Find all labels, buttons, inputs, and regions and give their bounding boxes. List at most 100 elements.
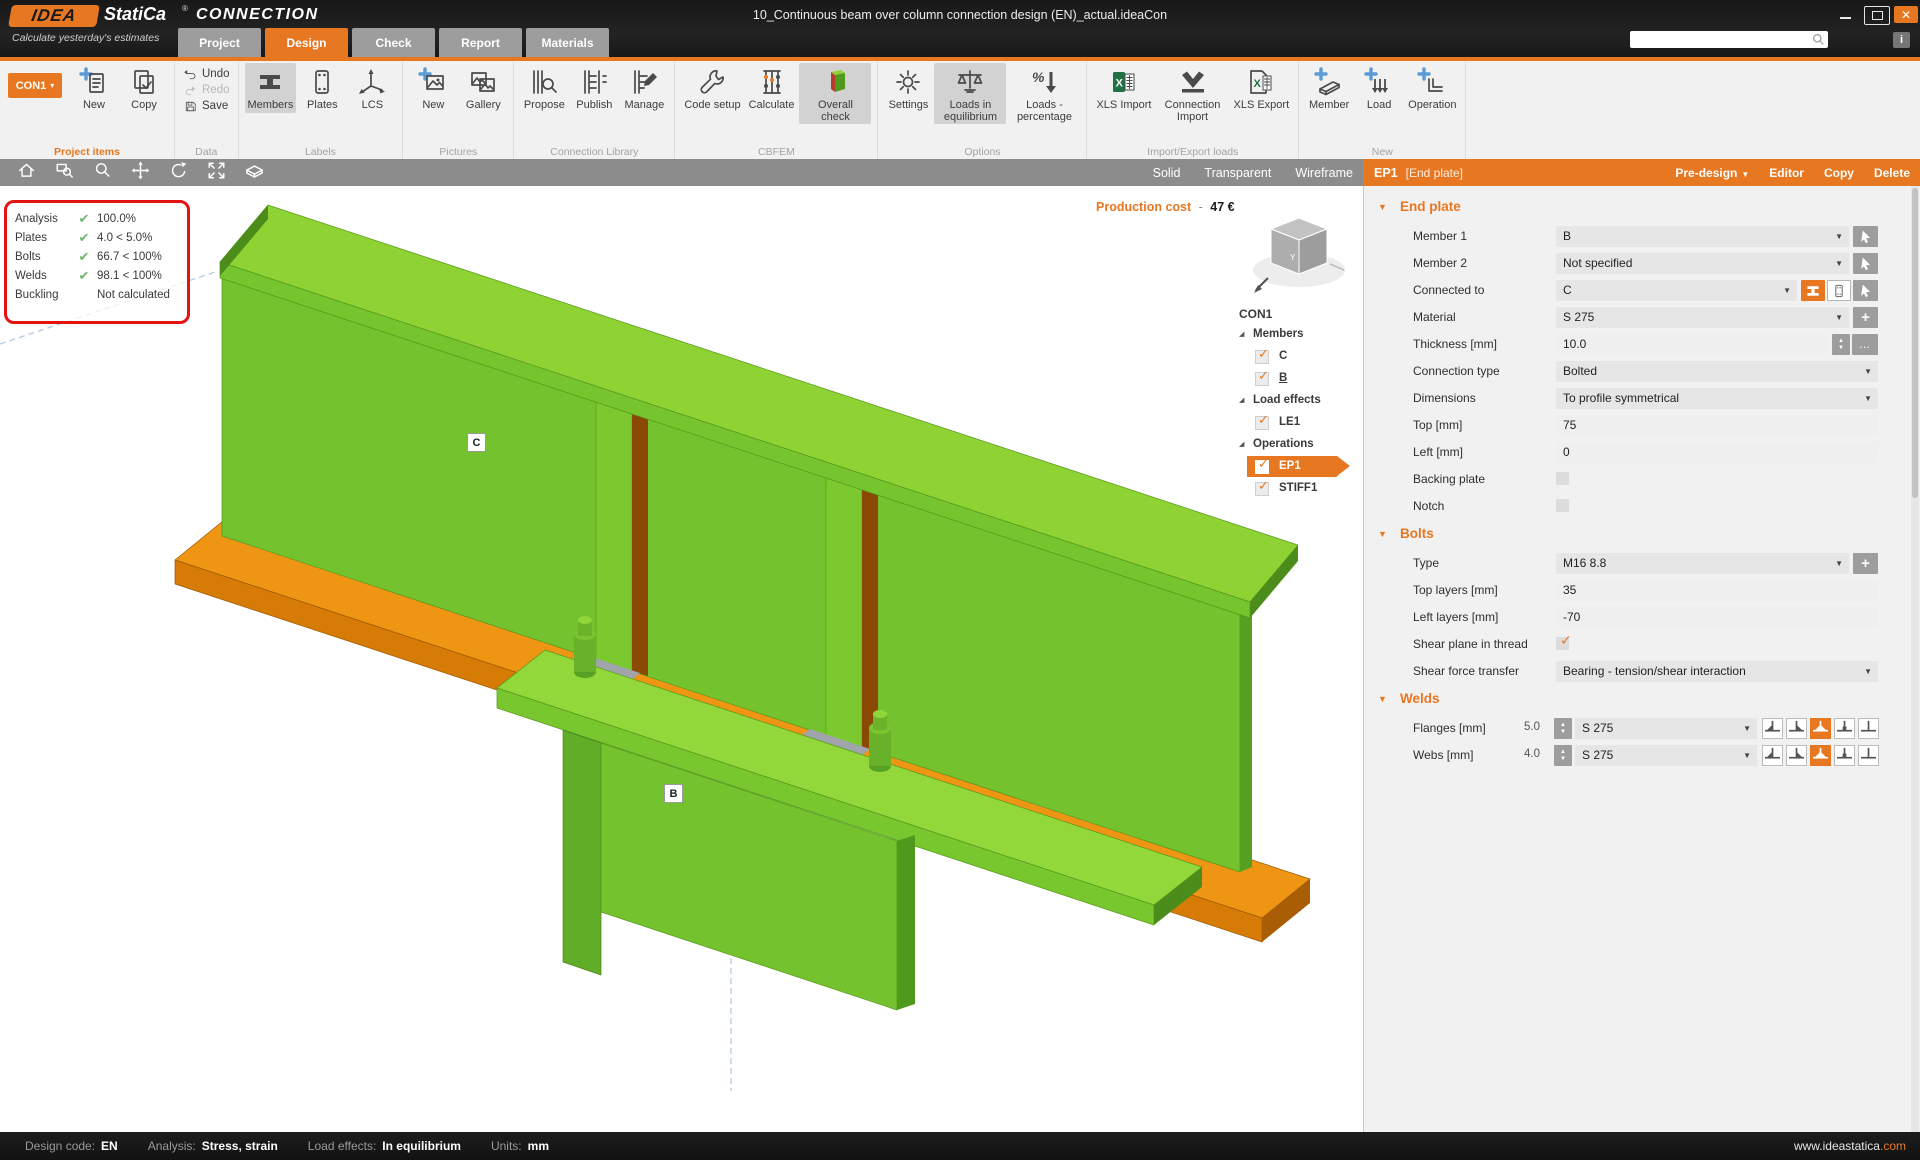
- overall-check-button[interactable]: Overall check: [799, 63, 871, 124]
- cursor-button[interactable]: [1853, 253, 1878, 274]
- material-dropdown[interactable]: S 275▼: [1556, 307, 1849, 328]
- connection-import-button[interactable]: Connection Import: [1157, 63, 1229, 124]
- connected-to-dropdown[interactable]: C▼: [1556, 280, 1797, 301]
- tree-item-b[interactable]: ✓B: [1237, 369, 1363, 389]
- weld-type-2-icon[interactable]: [1810, 718, 1831, 739]
- more-button[interactable]: …: [1852, 334, 1878, 355]
- clip-view-icon[interactable]: [244, 160, 265, 186]
- save-button[interactable]: Save: [181, 99, 230, 114]
- lcs-button[interactable]: LCS: [348, 63, 396, 113]
- collapse-arrow-icon[interactable]: ◢: [1239, 440, 1244, 448]
- left-mm-input[interactable]: 0: [1556, 442, 1878, 463]
- tree-item-c[interactable]: ✓C: [1237, 347, 1363, 367]
- rotate-icon[interactable]: [168, 160, 189, 186]
- code-setup-button[interactable]: Code setup: [681, 63, 743, 113]
- stepper-button[interactable]: ▲▼: [1832, 334, 1850, 355]
- loads-in-equilibrium-button[interactable]: Loads in equilibrium: [934, 63, 1006, 124]
- section-header-end-plate[interactable]: ▼End plate: [1364, 198, 1920, 220]
- zoom-window-icon[interactable]: [54, 160, 75, 186]
- thickness-mm-input[interactable]: 10.0: [1556, 334, 1828, 355]
- member-label-b[interactable]: B: [664, 784, 683, 803]
- stepper-button[interactable]: ▲▼: [1554, 718, 1572, 739]
- fit-view-icon[interactable]: [206, 160, 227, 186]
- propose-button[interactable]: Propose: [520, 63, 568, 113]
- view-cube[interactable]: Y: [1246, 206, 1352, 302]
- connection-type-dropdown[interactable]: Bolted▼: [1556, 361, 1878, 382]
- new-button[interactable]: New: [70, 63, 118, 113]
- section-header-welds[interactable]: ▼Welds: [1364, 690, 1920, 712]
- flanges-mm-material-dropdown[interactable]: S 275▼: [1575, 718, 1757, 739]
- weld-type-1-icon[interactable]: [1786, 718, 1807, 739]
- xls-import-button[interactable]: XXLS Import: [1093, 63, 1154, 113]
- tab-project[interactable]: Project: [178, 28, 261, 57]
- section-collapse-icon[interactable]: ▼: [1378, 694, 1387, 704]
- top-layers-mm-input[interactable]: 35: [1556, 580, 1878, 601]
- copy-button[interactable]: Copy: [120, 63, 168, 113]
- stepper-button[interactable]: ▲▼: [1554, 745, 1572, 766]
- plate-toggle-button[interactable]: [1827, 280, 1851, 301]
- tree-group-members[interactable]: ◢Members: [1237, 325, 1363, 345]
- panel-scrollbar[interactable]: [1911, 186, 1919, 1132]
- gallery-button[interactable]: Gallery: [459, 63, 507, 113]
- load-button[interactable]: Load: [1355, 63, 1403, 113]
- connection-selector-button[interactable]: CON1▾: [8, 73, 62, 98]
- xls-export-button[interactable]: XXLS Export: [1231, 63, 1293, 113]
- website-link[interactable]: www.ideastatica.com: [1794, 1139, 1906, 1153]
- home-icon[interactable]: [16, 160, 37, 186]
- member-1-dropdown[interactable]: B▼: [1556, 226, 1849, 247]
- manage-button[interactable]: Manage: [620, 63, 668, 113]
- settings-button[interactable]: Settings: [884, 63, 932, 113]
- member-label-c[interactable]: C: [467, 433, 486, 452]
- tree-item-ep1[interactable]: ✓EP1: [1237, 457, 1363, 477]
- weld-type-4-icon[interactable]: [1858, 745, 1879, 766]
- model-viewport[interactable]: C B Analysis✔100.0%Plates✔4.0 < 5.0%Bolt…: [0, 186, 1363, 1132]
- maximize-button[interactable]: [1864, 6, 1890, 25]
- left-layers-mm-input[interactable]: -70: [1556, 607, 1878, 628]
- member-button[interactable]: Member: [1305, 63, 1353, 113]
- beam-toggle-button[interactable]: [1801, 280, 1825, 301]
- weld-type-0-icon[interactable]: [1762, 718, 1783, 739]
- calculate-button[interactable]: Calculate: [746, 63, 798, 113]
- shear-force-transfer-dropdown[interactable]: Bearing - tension/shear interaction▼: [1556, 661, 1878, 682]
- scrollbar-thumb[interactable]: [1912, 188, 1918, 498]
- weld-type-2-icon[interactable]: [1810, 745, 1831, 766]
- cursor-button[interactable]: [1853, 226, 1878, 247]
- tree-root[interactable]: CON1: [1237, 304, 1363, 324]
- plus-button[interactable]: +: [1853, 553, 1878, 574]
- cursor-button[interactable]: [1853, 280, 1878, 301]
- zoom-icon[interactable]: [92, 160, 113, 186]
- tree-item-stiff1[interactable]: ✓STIFF1: [1237, 479, 1363, 499]
- editor-action[interactable]: Editor: [1769, 166, 1804, 180]
- loads-percentage-button[interactable]: %Loads - percentage: [1008, 63, 1080, 124]
- tab-check[interactable]: Check: [352, 28, 435, 57]
- collapse-arrow-icon[interactable]: ◢: [1239, 330, 1244, 338]
- plates-button[interactable]: Plates: [298, 63, 346, 113]
- member-2-dropdown[interactable]: Not specified▼: [1556, 253, 1849, 274]
- section-header-bolts[interactable]: ▼Bolts: [1364, 525, 1920, 547]
- weld-type-1-icon[interactable]: [1786, 745, 1807, 766]
- top-mm-input[interactable]: 75: [1556, 415, 1878, 436]
- operation-button[interactable]: Operation: [1405, 63, 1459, 113]
- search-box[interactable]: [1630, 31, 1828, 48]
- notch-checkbox[interactable]: [1556, 499, 1569, 512]
- search-input[interactable]: [1634, 32, 1808, 48]
- section-collapse-icon[interactable]: ▼: [1378, 202, 1387, 212]
- display-mode-transparent[interactable]: Transparent: [1204, 166, 1271, 180]
- weld-type-3-icon[interactable]: [1834, 718, 1855, 739]
- type-dropdown[interactable]: M16 8.8▼: [1556, 553, 1849, 574]
- close-button[interactable]: ✕: [1894, 6, 1918, 23]
- display-mode-wireframe[interactable]: Wireframe: [1295, 166, 1353, 180]
- tab-report[interactable]: Report: [439, 28, 522, 57]
- weld-type-4-icon[interactable]: [1858, 718, 1879, 739]
- new-button[interactable]: New: [409, 63, 457, 113]
- tree-group-load-effects[interactable]: ◢Load effects: [1237, 391, 1363, 411]
- tree-item-le1[interactable]: ✓LE1: [1237, 413, 1363, 433]
- weld-type-0-icon[interactable]: [1762, 745, 1783, 766]
- section-collapse-icon[interactable]: ▼: [1378, 529, 1387, 539]
- members-button[interactable]: Members: [245, 63, 297, 113]
- minimize-button[interactable]: [1833, 6, 1857, 23]
- info-button[interactable]: i: [1893, 32, 1910, 48]
- backing-plate-checkbox[interactable]: [1556, 472, 1569, 485]
- tab-design[interactable]: Design: [265, 28, 348, 57]
- tab-materials[interactable]: Materials: [526, 28, 609, 57]
